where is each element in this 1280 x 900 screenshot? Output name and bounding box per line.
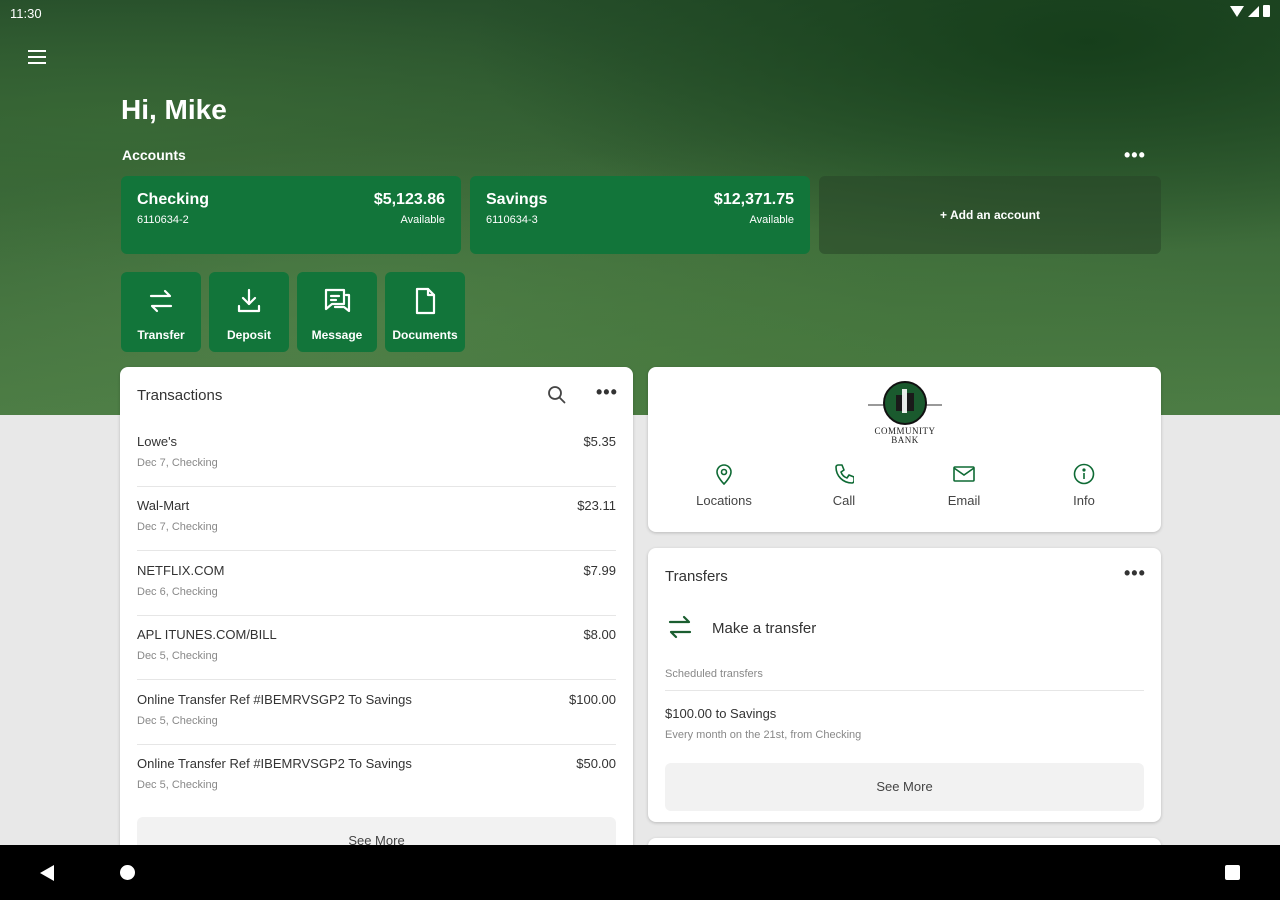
transaction-name: Lowe's [137,434,178,449]
documents-label: Documents [392,328,458,342]
transfers-title: Transfers [665,568,728,585]
locations-label: Locations [696,493,752,508]
battery-icon [1263,5,1270,17]
make-transfer-button[interactable]: Make a transfer [665,610,1144,644]
transaction-row[interactable]: APL ITUNES.COM/BILL Dec 5, Checking $8.0… [137,616,616,680]
message-label: Message [311,328,363,342]
account-name: Savings [486,191,548,208]
divider [665,690,1144,691]
deposit-label: Deposit [226,328,271,342]
wifi-icon [1230,5,1244,17]
home-icon[interactable] [120,865,135,880]
transaction-details: Dec 7, Checking [137,457,218,469]
transactions-title: Transactions [137,387,223,404]
transaction-amount: $50.00 [576,756,616,771]
search-icon[interactable] [547,385,567,405]
transactions-more-button[interactable]: ••• [596,382,618,403]
recents-icon[interactable] [1225,865,1240,880]
call-label: Call [832,493,856,508]
transfer-label: Transfer [137,328,185,342]
info-icon [1073,463,1095,485]
transaction-name: APL ITUNES.COM/BILL [137,627,277,642]
system-nav-bar [0,845,1280,900]
deposit-icon [237,288,261,313]
transaction-details: Dec 5, Checking [137,715,218,727]
transaction-name: Online Transfer Ref #IBEMRVSGP2 To Savin… [137,756,412,771]
transaction-row[interactable]: Lowe's Dec 7, Checking $5.35 [137,423,616,487]
transfers-more-button[interactable]: ••• [1124,563,1146,584]
bank-logo: COMMUNITY BANK [866,381,944,451]
status-bar: 11:30 [0,0,1280,26]
transaction-amount: $7.99 [583,563,616,578]
call-button[interactable]: Call [794,463,894,508]
transfer-icon [149,289,173,313]
make-transfer-label: Make a transfer [712,620,817,637]
email-icon [953,466,975,482]
menu-icon[interactable] [28,50,46,64]
account-balance-label: Available [400,214,445,226]
transaction-amount: $100.00 [569,692,616,707]
transaction-details: Dec 7, Checking [137,521,218,533]
transaction-row[interactable]: Online Transfer Ref #IBEMRVSGP2 To Savin… [137,745,616,809]
transaction-name: Wal-Mart [137,498,190,513]
account-number: 6110634-2 [137,214,189,226]
scheduled-transfers-label: Scheduled transfers [665,668,763,680]
account-card-checking[interactable]: Checking 6110634-2 $5,123.86 Available [121,176,461,254]
greeting: Hi, Mike [121,94,227,125]
scheduled-transfer-details: Every month on the 21st, from Checking [665,729,862,741]
accounts-more-button[interactable]: ••• [1124,145,1146,166]
message-icon [324,288,351,313]
transaction-details: Dec 6, Checking [137,586,218,598]
transaction-amount: $5.35 [583,434,616,449]
bank-logo-mark [868,381,942,425]
account-balance-label: Available [749,214,794,226]
signal-icon [1248,5,1259,17]
transactions-panel: Transactions ••• Lowe's Dec 7, Checking … [120,367,633,867]
transaction-name: Online Transfer Ref #IBEMRVSGP2 To Savin… [137,692,412,707]
documents-button[interactable]: Documents [385,272,465,352]
transaction-row[interactable]: NETFLIX.COM Dec 6, Checking $7.99 [137,552,616,616]
accounts-label: Accounts [122,147,186,163]
info-button[interactable]: Info [1034,463,1134,508]
bank-logo-text: COMMUNITY BANK [874,426,936,445]
email-button[interactable]: Email [914,463,1014,508]
scheduled-transfer-title[interactable]: $100.00 to Savings [665,706,776,721]
account-number: 6110634-3 [486,214,538,226]
transaction-amount: $8.00 [583,627,616,642]
email-label: Email [947,493,981,508]
documents-icon [415,287,436,315]
transaction-name: NETFLIX.COM [137,563,225,578]
phone-icon [835,464,854,484]
account-balance: $12,371.75 [713,191,794,208]
transaction-row[interactable]: Online Transfer Ref #IBEMRVSGP2 To Savin… [137,681,616,745]
account-name: Checking [137,191,210,208]
transfer-icon [668,615,692,639]
info-label: Info [1073,493,1095,508]
message-button[interactable]: Message [297,272,377,352]
transaction-details: Dec 5, Checking [137,779,218,791]
status-icons [1230,5,1270,17]
transfer-button[interactable]: Transfer [121,272,201,352]
back-icon[interactable] [40,865,54,881]
transfers-panel: Transfers ••• Make a transfer Scheduled … [648,548,1161,822]
deposit-button[interactable]: Deposit [209,272,289,352]
bank-info-panel: COMMUNITY BANK Locations Call Email Info [648,367,1161,532]
add-account-button[interactable]: + Add an account [819,176,1161,254]
account-balance: $5,123.86 [373,191,445,208]
account-card-savings[interactable]: Savings 6110634-3 $12,371.75 Available [470,176,810,254]
transaction-details: Dec 5, Checking [137,650,218,662]
location-pin-icon [716,464,732,485]
transaction-row[interactable]: Wal-Mart Dec 7, Checking $23.11 [137,487,616,551]
transaction-amount: $23.11 [577,498,616,513]
status-time: 11:30 [10,6,42,21]
locations-button[interactable]: Locations [674,463,774,508]
transfers-see-more-button[interactable]: See More [665,763,1144,811]
